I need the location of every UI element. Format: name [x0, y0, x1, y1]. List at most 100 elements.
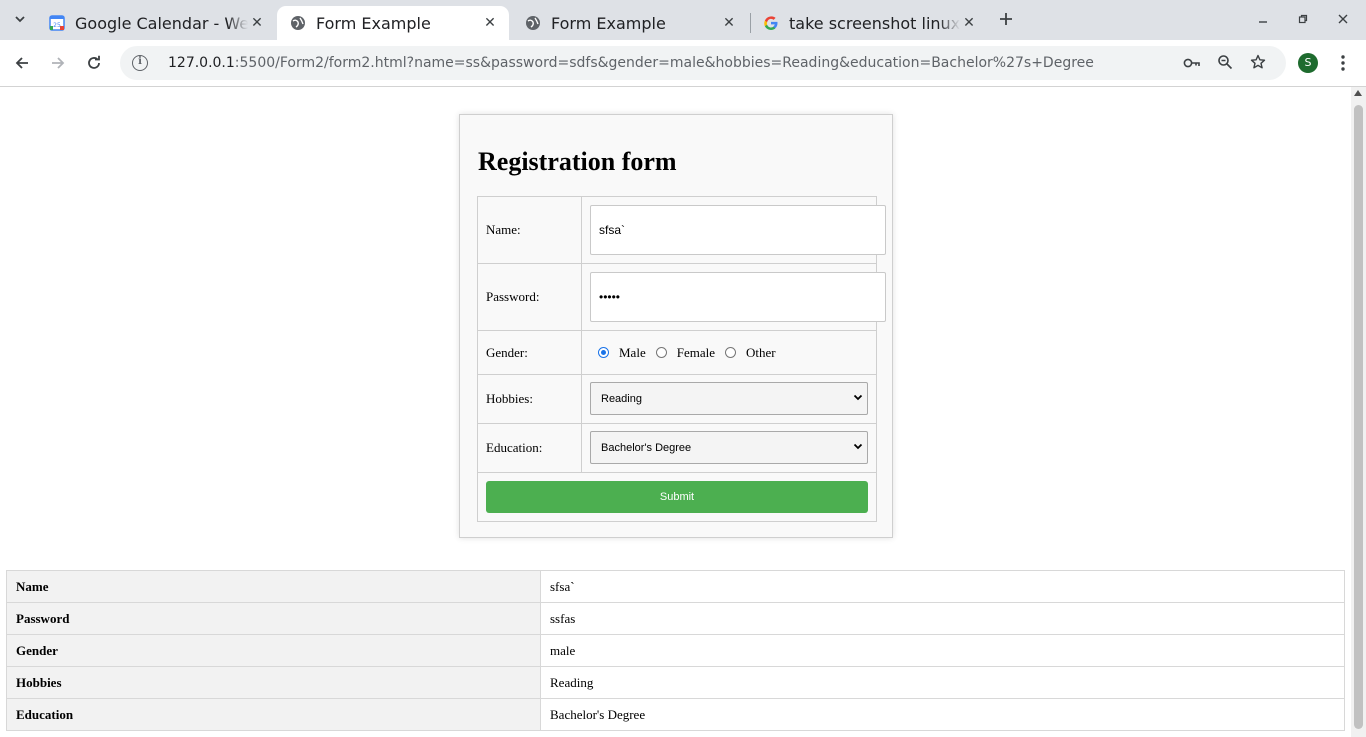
education-label: Education:: [478, 424, 582, 472]
password-cell: [582, 264, 886, 330]
form-row-submit: Submit: [478, 473, 876, 521]
chevron-down-icon: [853, 443, 863, 450]
result-key-cell: Name: [6, 570, 541, 603]
radio-label-male: Male: [619, 344, 646, 360]
submit-button[interactable]: Submit: [486, 481, 868, 513]
profile-avatar[interactable]: S: [1298, 53, 1318, 73]
tab-form-example[interactable]: Form Example ✕: [512, 6, 748, 40]
globe-icon: [526, 16, 540, 30]
form-title: Registration form: [478, 147, 677, 176]
url-host: 127.0.0.1: [168, 55, 235, 71]
result-key-cell: Hobbies: [6, 666, 541, 699]
new-tab-button[interactable]: [995, 8, 1017, 30]
radio-other[interactable]: [724, 347, 736, 358]
registration-form: Registration form Name: Password: Gender…: [459, 114, 893, 538]
name-input[interactable]: [590, 205, 886, 255]
arrow-right-icon: [52, 57, 65, 69]
more-vert-icon: [1341, 55, 1345, 71]
tab-search-button[interactable]: [8, 7, 32, 31]
hobbies-label: Hobbies:: [478, 375, 582, 423]
back-button[interactable]: [10, 51, 34, 75]
radio-label-female: Female: [676, 344, 715, 360]
reload-icon: [88, 55, 100, 69]
radio-female[interactable]: [655, 347, 667, 358]
forward-button[interactable]: [46, 51, 70, 75]
education-selected-value: Bachelor's Degree: [601, 441, 692, 454]
close-window-button[interactable]: [1332, 9, 1354, 31]
globe-icon: [291, 16, 305, 30]
table-row: Hobbies Reading: [6, 666, 1345, 699]
result-key-cell: Education: [6, 698, 541, 731]
table-row: Gender male: [6, 634, 1345, 667]
table-row: Password ssfas: [6, 602, 1345, 635]
minimize-icon: [1259, 21, 1267, 23]
maximize-button[interactable]: [1292, 9, 1314, 31]
tab-form-example-active[interactable]: Form Example ✕: [277, 6, 509, 40]
plus-icon: [1000, 13, 1012, 25]
tab-title: Google Calendar - Wee: [75, 13, 248, 33]
close-icon: [1338, 14, 1348, 24]
education-select[interactable]: Bachelor's Degree: [590, 431, 868, 464]
form-row-education: Education: Bachelor's Degree: [478, 424, 876, 473]
browser-toolbar: i 127.0.0.1:5500/Form2/form2.html?name=s…: [0, 40, 1366, 87]
tab-title: take screenshot linux s: [789, 13, 960, 33]
restore-icon: [1298, 14, 1308, 24]
address-bar[interactable]: i 127.0.0.1:5500/Form2/form2.html?name=s…: [120, 46, 1286, 80]
name-label: Name:: [478, 197, 582, 263]
google-icon: [764, 16, 778, 30]
info-icon[interactable]: i: [132, 55, 148, 71]
hobbies-cell: Reading: [582, 375, 876, 423]
magnifier-icon: [1218, 55, 1233, 70]
password-input[interactable]: [590, 272, 886, 322]
name-cell: [582, 197, 886, 263]
form-row-password: Password:: [478, 264, 886, 331]
scroll-up-arrow-icon[interactable]: [1354, 90, 1362, 96]
table-row: Name sfsa`: [6, 570, 1345, 603]
close-icon[interactable]: ✕: [960, 15, 978, 31]
star-icon: [1250, 54, 1266, 69]
hobbies-selected-value: Reading: [601, 392, 642, 405]
submitted-data-table: Name sfsa` Password ssfas Gender male Hobbies R…: [6, 570, 1345, 731]
result-value-cell: Reading: [540, 666, 1345, 699]
bookmark-star-icon[interactable]: [1248, 54, 1268, 74]
tab-strip: 25 Google Calendar - Wee ✕ Form Example …: [0, 0, 1366, 40]
reload-button[interactable]: [82, 51, 106, 75]
close-icon[interactable]: ✕: [481, 15, 499, 31]
calendar-icon: 25: [49, 15, 65, 31]
result-key-cell: Password: [6, 602, 541, 635]
minimize-button[interactable]: [1252, 9, 1274, 31]
table-row: Education Bachelor's Degree: [6, 698, 1345, 731]
key-icon: [1183, 58, 1200, 68]
tab-take-screenshot[interactable]: take screenshot linux s ✕: [750, 6, 988, 40]
close-icon[interactable]: ✕: [248, 15, 266, 31]
tab-google-calendar[interactable]: 25 Google Calendar - Wee ✕: [36, 6, 276, 40]
form-row-gender: Gender: Male Female Other: [478, 331, 876, 375]
result-value-cell: Bachelor's Degree: [540, 698, 1345, 731]
form-table: Name: Password: Gender: Male: [477, 196, 886, 522]
tab-title: Form Example: [551, 13, 666, 33]
password-key-icon[interactable]: [1182, 54, 1202, 74]
zoom-icon[interactable]: [1215, 54, 1235, 74]
form-row-hobbies: Hobbies: Reading: [478, 375, 876, 424]
gender-cell: Male Female Other: [582, 331, 876, 374]
scrollbar-thumb[interactable]: [1354, 105, 1363, 729]
result-value-cell: sfsa`: [540, 570, 1345, 603]
close-icon[interactable]: ✕: [720, 15, 738, 31]
radio-label-other: Other: [745, 344, 776, 360]
password-label: Password:: [478, 264, 582, 330]
hobbies-select[interactable]: Reading: [590, 382, 868, 415]
page-viewport: Registration form Name: Password: Gender…: [0, 87, 1350, 737]
result-key-cell: Gender: [6, 634, 541, 667]
result-value-cell: male: [540, 634, 1345, 667]
svg-text:25: 25: [53, 22, 61, 29]
radio-male[interactable]: [598, 347, 609, 358]
vertical-scrollbar[interactable]: [1351, 87, 1366, 737]
menu-button[interactable]: [1333, 51, 1353, 75]
arrow-left-icon: [15, 57, 28, 69]
chevron-down-icon: [15, 16, 25, 23]
url-text[interactable]: 127.0.0.1:5500/Form2/form2.html?name=ss&…: [168, 55, 1094, 71]
gender-radio-group: Male Female Other: [598, 331, 786, 374]
url-path: :5500/Form2/form2.html?name=ss&password=…: [234, 55, 1094, 71]
result-table-body: Name sfsa` Password ssfas Gender male Hobbies R…: [6, 570, 1345, 731]
result-value-cell: ssfas: [540, 602, 1345, 635]
